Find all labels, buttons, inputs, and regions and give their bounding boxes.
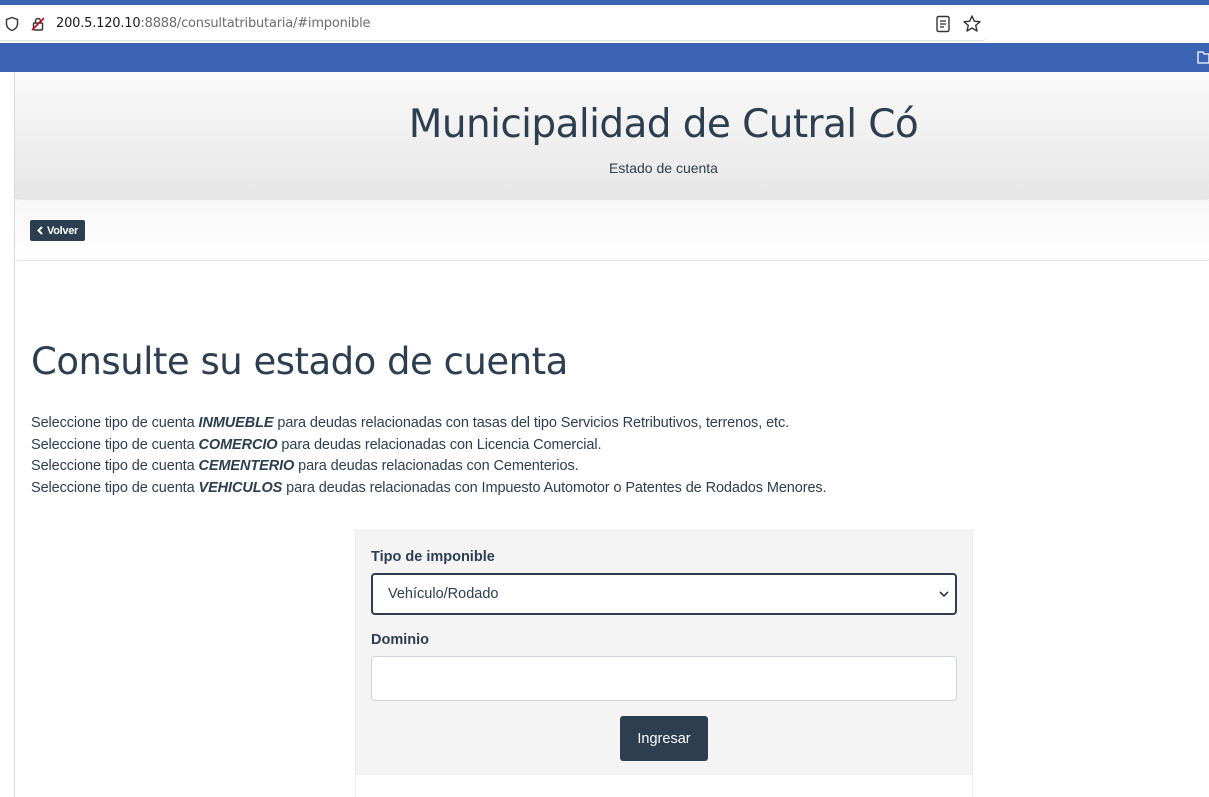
chevron-left-icon — [37, 226, 43, 235]
navbar: Volver — [15, 199, 1209, 261]
instruction-desc: para deudas relacionadas con Licencia Co… — [281, 436, 602, 453]
pocket-icon[interactable] — [1114, 16, 1132, 34]
instruction-line: Seleccione tipo de cuenta COMERCIO para … — [31, 435, 826, 457]
instruction-prefix: Seleccione tipo de cuenta — [31, 436, 195, 453]
tipo-imponible-select[interactable]: Vehículo/Rodado — [371, 573, 957, 615]
address-bar[interactable]: 200.5.120.10:8888/consultatributaria/#im… — [0, 7, 988, 41]
account-type: COMERCIO — [198, 436, 278, 453]
dominio-input[interactable] — [371, 656, 957, 701]
bookmarks-bar — [0, 43, 1209, 72]
downloads-icon[interactable] — [1150, 16, 1168, 34]
instruction-desc: para deudas relacionadas con Cementerios… — [298, 458, 579, 475]
folder-icon[interactable] — [1197, 50, 1209, 64]
url-host: 200.5.120.10 — [56, 16, 141, 31]
page-heading: Consulte su estado de cuenta — [31, 340, 568, 383]
back-button[interactable]: Volver — [30, 220, 86, 241]
account-type: CEMENTERIO — [198, 458, 295, 475]
dominio-label: Dominio — [371, 632, 429, 648]
account-type: INMUEBLE — [198, 415, 274, 431]
shield-icon[interactable] — [4, 16, 20, 32]
instruction-prefix: Seleccione tipo de cuenta — [31, 458, 195, 475]
url-path: :8888/consultatributaria/#imponible — [140, 16, 371, 31]
tipo-imponible-value: Vehículo/Rodado — [388, 586, 499, 602]
site-header: Municipalidad de Cutral Có Estado de cue… — [15, 72, 1209, 199]
browser-toolbar: 200.5.120.10:8888/consultatributaria/#im… — [0, 5, 1209, 43]
instruction-prefix: Seleccione tipo de cuenta — [31, 415, 195, 431]
instruction-line: Seleccione tipo de cuenta CEMENTERIO par… — [31, 456, 826, 478]
tipo-imponible-label: Tipo de imponible — [371, 549, 495, 565]
chevron-down-icon — [939, 591, 949, 598]
insecure-lock-icon[interactable] — [30, 16, 46, 32]
site-title: Municipalidad de Cutral Có — [408, 102, 919, 147]
account-type-instructions: Seleccione tipo de cuenta INMUEBLE para … — [31, 413, 827, 500]
form-footer — [356, 775, 972, 797]
instruction-desc: para deudas relacionadas con Impuesto Au… — [286, 480, 827, 497]
instruction-line: Seleccione tipo de cuenta INMUEBLE para … — [31, 413, 826, 435]
instruction-line: Seleccione tipo de cuenta VEHICULOS para… — [31, 478, 827, 500]
back-button-label: Volver — [47, 224, 79, 237]
account-type: VEHICULOS — [198, 480, 283, 497]
page: Municipalidad de Cutral Có Estado de cue… — [14, 72, 1209, 797]
url-text[interactable]: 200.5.120.10:8888/consultatributaria/#im… — [56, 16, 371, 31]
instruction-prefix: Seleccione tipo de cuenta — [31, 480, 195, 497]
query-form: Tipo de imponible Vehículo/Rodado Domini… — [355, 530, 973, 797]
instruction-desc: para deudas relacionadas con tasas del t… — [277, 415, 790, 431]
reader-view-icon[interactable] — [935, 15, 951, 33]
account-icon[interactable] — [1186, 16, 1204, 34]
bookmark-star-icon[interactable] — [962, 14, 982, 34]
ingresar-button[interactable]: Ingresar — [620, 716, 708, 761]
site-subtitle: Estado de cuenta — [609, 160, 718, 176]
